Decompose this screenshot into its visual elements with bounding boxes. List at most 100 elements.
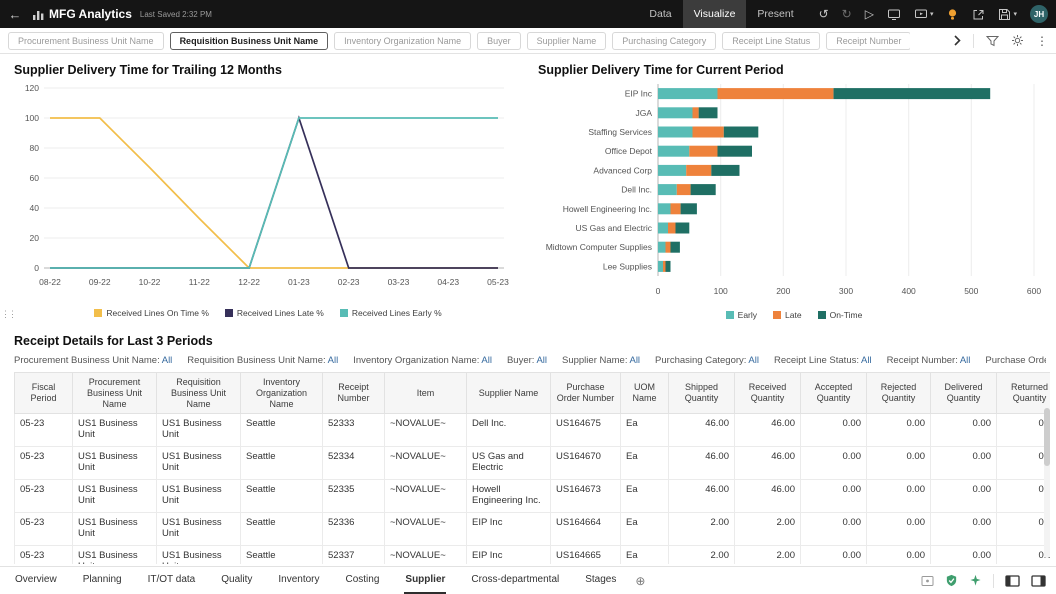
- bar-segment-late[interactable]: [689, 146, 717, 157]
- column-header-uom-name[interactable]: UOM Name: [621, 373, 669, 414]
- column-header-delivered-quantity[interactable]: Delivered Quantity: [931, 373, 997, 414]
- bar-segment-early[interactable]: [658, 165, 686, 176]
- column-header-shipped-quantity[interactable]: Shipped Quantity: [669, 373, 735, 414]
- column-header-procurement-business-unit-name[interactable]: Procurement Business Unit Name: [73, 373, 157, 414]
- toggle-left-panel-icon[interactable]: [1005, 575, 1020, 587]
- table-row[interactable]: 05-23US1 Business UnitUS1 Business UnitS…: [15, 545, 1051, 564]
- filter-chip-requisition-business-unit-name[interactable]: Requisition Business Unit Name: [170, 32, 329, 50]
- column-header-receipt-number[interactable]: Receipt Number: [323, 373, 385, 414]
- table-filter-receipt-number[interactable]: Receipt Number:All: [887, 355, 971, 366]
- bar-segment-early[interactable]: [658, 127, 693, 138]
- table-row[interactable]: 05-23US1 Business UnitUS1 Business UnitS…: [15, 512, 1051, 545]
- filter-value[interactable]: All: [536, 355, 547, 366]
- bar-segment-late[interactable]: [718, 88, 834, 99]
- bar-segment-late[interactable]: [663, 261, 666, 272]
- table-row[interactable]: 05-23US1 Business UnitUS1 Business UnitS…: [15, 447, 1051, 480]
- filter-chip-receipt-line-status[interactable]: Receipt Line Status: [722, 32, 820, 50]
- bar-segment-on-time[interactable]: [681, 203, 697, 214]
- bar-segment-on-time[interactable]: [711, 165, 739, 176]
- table-filter-procurement-business-unit-name[interactable]: Procurement Business Unit Name:All: [14, 355, 172, 366]
- toggle-right-panel-icon[interactable]: [1031, 575, 1046, 587]
- canvas-tab-it-ot-data[interactable]: IT/OT data: [147, 567, 197, 594]
- canvas-tab-overview[interactable]: Overview: [14, 567, 58, 594]
- table-filter-buyer[interactable]: Buyer:All: [507, 355, 547, 366]
- bar-segment-late[interactable]: [686, 165, 711, 176]
- column-header-accepted-quantity[interactable]: Accepted Quantity: [801, 373, 867, 414]
- export-icon[interactable]: [972, 8, 985, 21]
- back-button[interactable]: ←: [0, 0, 30, 28]
- canvas-tab-costing[interactable]: Costing: [345, 567, 381, 594]
- column-header-inventory-organization-name[interactable]: Inventory Organization Name: [241, 373, 323, 414]
- bar-segment-early[interactable]: [658, 261, 663, 272]
- bar-segment-on-time[interactable]: [834, 88, 991, 99]
- column-header-item[interactable]: Item: [385, 373, 467, 414]
- filter-value[interactable]: All: [629, 355, 640, 366]
- bar-segment-on-time[interactable]: [718, 146, 753, 157]
- filter-value[interactable]: All: [960, 355, 971, 366]
- filter-value[interactable]: All: [748, 355, 759, 366]
- avatar[interactable]: JH: [1030, 5, 1048, 23]
- refresh-data-icon[interactable]: [887, 8, 901, 21]
- column-header-supplier-name[interactable]: Supplier Name: [467, 373, 551, 414]
- save-button[interactable]: ▾: [998, 8, 1017, 21]
- bar-segment-late[interactable]: [693, 107, 699, 118]
- bar-segment-late[interactable]: [666, 242, 671, 253]
- table-filter-purchasing-category[interactable]: Purchasing Category:All: [655, 355, 759, 366]
- bar-segment-early[interactable]: [658, 184, 677, 195]
- filter-chip-procurement-business-unit-name[interactable]: Procurement Business Unit Name: [8, 32, 164, 50]
- table-row[interactable]: 05-23US1 Business UnitUS1 Business UnitS…: [15, 480, 1051, 513]
- legend-item-received-lines-early[interactable]: Received Lines Early %: [340, 308, 442, 318]
- filter-chip-supplier-name[interactable]: Supplier Name: [527, 32, 607, 50]
- legend-item-received-lines-late[interactable]: Received Lines Late %: [225, 308, 324, 318]
- add-canvas-button[interactable]: ⊕: [635, 574, 645, 588]
- bar-segment-late[interactable]: [671, 203, 681, 214]
- filter-chip-purchasing-category[interactable]: Purchasing Category: [612, 32, 716, 50]
- bar-segment-early[interactable]: [658, 88, 718, 99]
- bar-segment-early[interactable]: [658, 242, 666, 253]
- table-filter-supplier-name[interactable]: Supplier Name:All: [562, 355, 640, 366]
- filter-value[interactable]: All: [861, 355, 872, 366]
- table-filter-requisition-business-unit-name[interactable]: Requisition Business Unit Name:All: [187, 355, 338, 366]
- data-quality-shield-icon[interactable]: [945, 574, 958, 587]
- canvas-tab-cross-departmental[interactable]: Cross-departmental: [470, 567, 560, 594]
- filter-chip-buyer[interactable]: Buyer: [477, 32, 521, 50]
- mode-visualize[interactable]: Visualize: [683, 0, 747, 28]
- bar-segment-early[interactable]: [658, 203, 671, 214]
- canvas-tab-supplier[interactable]: Supplier: [404, 567, 446, 594]
- bar-segment-early[interactable]: [658, 223, 668, 234]
- kebab-menu-icon[interactable]: ⋮: [1036, 35, 1048, 47]
- canvas-tab-inventory[interactable]: Inventory: [277, 567, 320, 594]
- filter-value[interactable]: All: [481, 355, 492, 366]
- present-screen-button[interactable]: ▾: [914, 8, 934, 21]
- bar-segment-on-time[interactable]: [666, 261, 671, 272]
- bar-chart-canvas[interactable]: 0100200300400500600EIP IncJGAStaffing Se…: [538, 80, 1050, 304]
- legend-item-early[interactable]: Early: [726, 310, 757, 320]
- legend-item-received-lines-on-time[interactable]: Received Lines On Time %: [94, 308, 209, 318]
- bar-segment-late[interactable]: [677, 184, 691, 195]
- table-filter-receipt-line-status[interactable]: Receipt Line Status:All: [774, 355, 872, 366]
- canvas-properties-icon[interactable]: [921, 575, 934, 587]
- column-header-requisition-business-unit-name[interactable]: Requisition Business Unit Name: [157, 373, 241, 414]
- filter-chip-inventory-organization-name[interactable]: Inventory Organization Name: [334, 32, 471, 50]
- expand-filters-chevron[interactable]: [954, 35, 961, 46]
- column-header-returned-quantity[interactable]: Returned Quantity: [997, 373, 1051, 414]
- line-series-received-lines-early[interactable]: [50, 118, 498, 268]
- column-header-rejected-quantity[interactable]: Rejected Quantity: [867, 373, 931, 414]
- redo-button[interactable]: ↻: [842, 8, 852, 20]
- legend-item-late[interactable]: Late: [773, 310, 802, 320]
- filter-value[interactable]: All: [328, 355, 339, 366]
- table-row[interactable]: 05-23US1 Business UnitUS1 Business UnitS…: [15, 414, 1051, 447]
- table-filter-inventory-organization-name[interactable]: Inventory Organization Name:All: [353, 355, 492, 366]
- splitter-grip-handle[interactable]: ⋮⋮: [1, 312, 9, 317]
- column-header-fiscal-period[interactable]: Fiscal Period: [15, 373, 73, 414]
- canvas-tab-quality[interactable]: Quality: [220, 567, 253, 594]
- bar-segment-late[interactable]: [693, 127, 724, 138]
- column-header-received-quantity[interactable]: Received Quantity: [735, 373, 801, 414]
- undo-button[interactable]: ↺: [819, 8, 829, 20]
- preview-play-button[interactable]: ▷: [865, 8, 874, 20]
- filter-chip-receipt-number[interactable]: Receipt Number: [826, 32, 910, 50]
- bar-segment-on-time[interactable]: [671, 242, 680, 253]
- scrollbar-thumb[interactable]: [1044, 408, 1050, 466]
- canvas-tab-stages[interactable]: Stages: [584, 567, 617, 594]
- bar-segment-on-time[interactable]: [699, 107, 718, 118]
